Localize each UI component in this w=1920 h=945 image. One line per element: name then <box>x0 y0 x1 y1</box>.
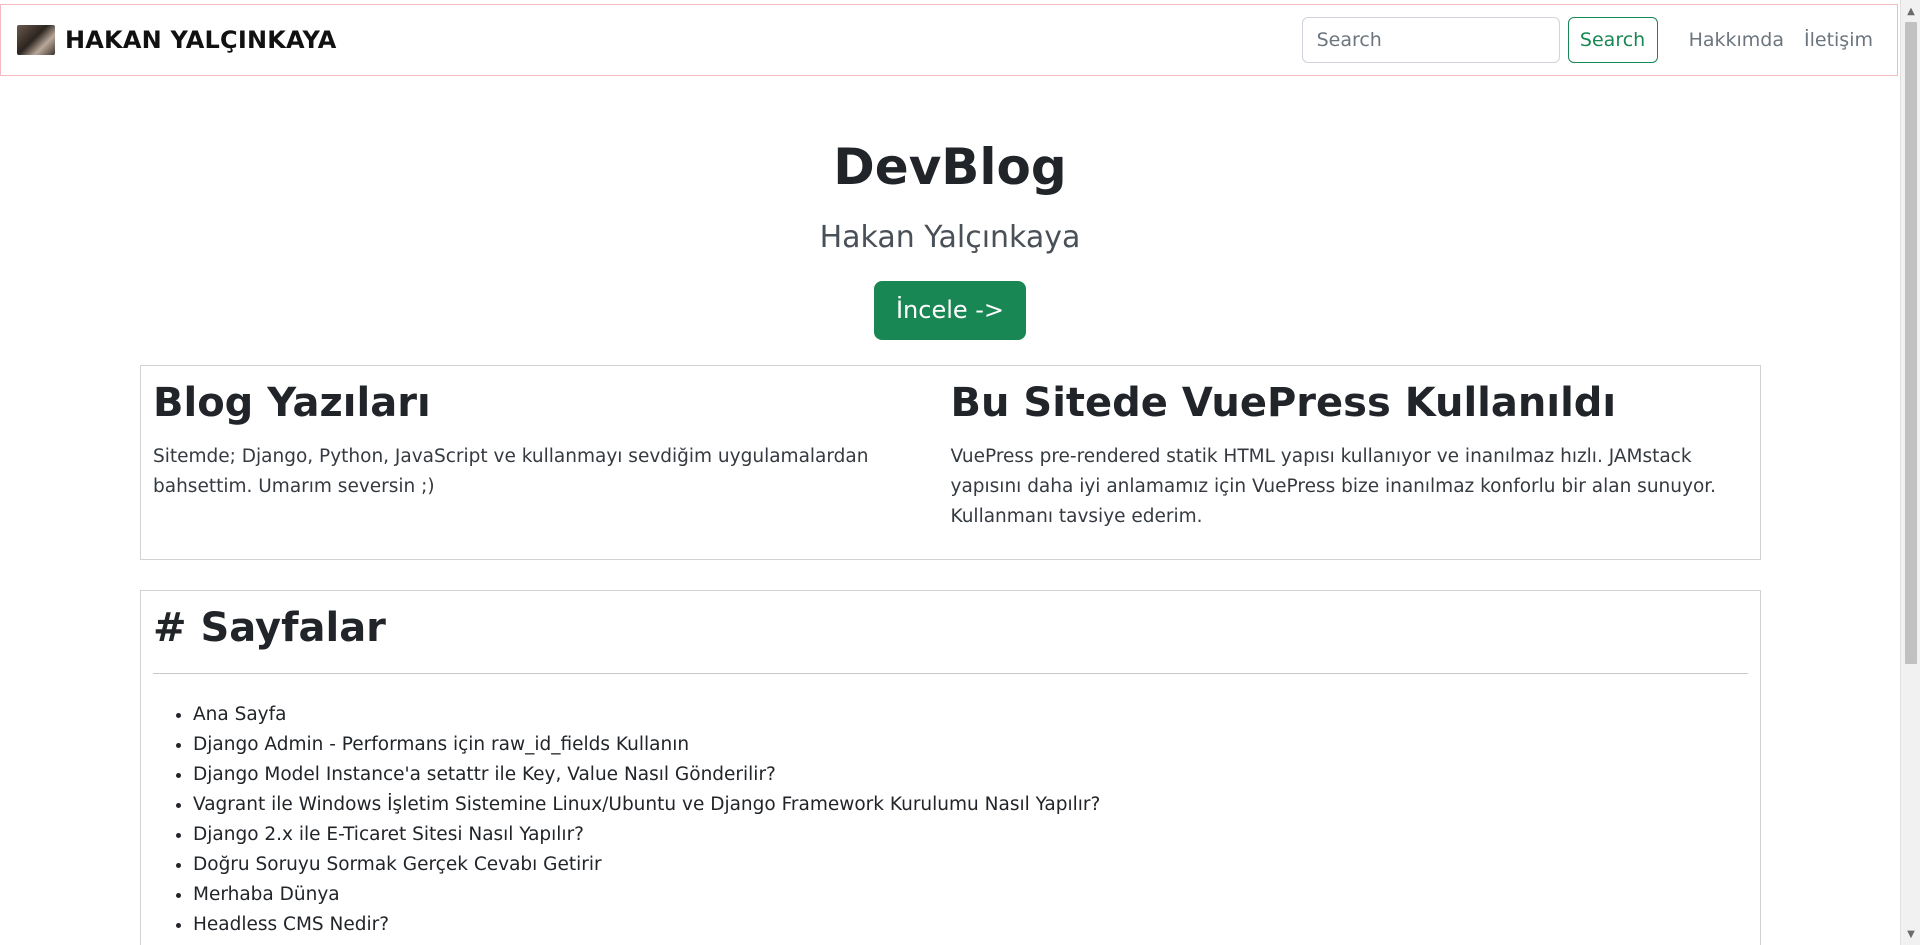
pages-list: Ana Sayfa Django Admin - Performans için… <box>153 700 1748 940</box>
list-item: Ana Sayfa <box>193 700 1748 730</box>
scroll-up-arrow-icon[interactable]: ▲ <box>1901 2 1920 20</box>
brand-name: HAKAN YALÇINKAYA <box>65 26 337 54</box>
brand-logo-image <box>17 25 55 55</box>
pages-heading: # Sayfalar <box>153 605 386 651</box>
features-box: Blog Yazıları Sitemde; Django, Python, J… <box>140 365 1761 560</box>
page-link[interactable]: Django 2.x ile E-Ticaret Sitesi Nasıl Ya… <box>193 824 584 845</box>
page-link[interactable]: Ana Sayfa <box>193 704 286 725</box>
nav-right: Search Hakkımda İletişim <box>1301 17 1873 63</box>
list-item: Headless CMS Nedir? <box>193 910 1748 940</box>
vertical-scrollbar[interactable]: ▲ ▼ <box>1900 0 1920 945</box>
feature-vuepress: Bu Sitede VuePress Kullanıldı VuePress p… <box>951 380 1749 545</box>
feature-text: VuePress pre-rendered statik HTML yapısı… <box>950 446 1717 527</box>
list-item: Django 2.x ile E-Ticaret Sitesi Nasıl Ya… <box>193 820 1748 850</box>
list-item: Django Admin - Performans için raw_id_fi… <box>193 730 1748 760</box>
page-link[interactable]: Vagrant ile Windows İşletim Sistemine Li… <box>193 794 1100 815</box>
feature-title: Bu Sitede VuePress Kullanıldı <box>950 380 1617 426</box>
brand-link[interactable]: HAKAN YALÇINKAYA <box>17 25 337 55</box>
page-link[interactable]: Django Admin - Performans için raw_id_fi… <box>193 734 689 755</box>
page-link[interactable]: Merhaba Dünya <box>193 884 340 905</box>
nav-link-iletisim[interactable]: İletişim <box>1804 29 1873 51</box>
list-item: Doğru Soruyu Sormak Gerçek Cevabı Getiri… <box>193 850 1748 880</box>
nav-link-hakkimda[interactable]: Hakkımda <box>1689 29 1784 51</box>
hero-subtitle: Hakan Yalçınkaya <box>819 220 1081 255</box>
page: HAKAN YALÇINKAYA Search Hakkımda İletişi… <box>0 0 1920 945</box>
navbar: HAKAN YALÇINKAYA Search Hakkımda İletişi… <box>0 4 1898 76</box>
page-link[interactable]: Doğru Soruyu Sormak Gerçek Cevabı Getiri… <box>193 854 602 875</box>
page-link[interactable]: Headless CMS Nedir? <box>193 914 389 935</box>
list-item: Merhaba Dünya <box>193 880 1748 910</box>
search-button[interactable]: Search <box>1567 17 1658 63</box>
pages-box: # Sayfalar Ana Sayfa Django Admin - Perf… <box>140 590 1761 945</box>
search-input[interactable] <box>1301 17 1560 63</box>
page-link[interactable]: Django Model Instance'a setattr ile Key,… <box>193 764 776 785</box>
feature-text: Sitemde; Django, Python, JavaScript ve k… <box>153 446 869 497</box>
list-item: Django Model Instance'a setattr ile Key,… <box>193 760 1748 790</box>
scroll-thumb[interactable] <box>1905 22 1917 664</box>
feature-blog: Blog Yazıları Sitemde; Django, Python, J… <box>153 380 951 545</box>
list-item: Vagrant ile Windows İşletim Sistemine Li… <box>193 790 1748 820</box>
scroll-down-arrow-icon[interactable]: ▼ <box>1901 925 1920 943</box>
hero: DevBlog Hakan Yalçınkaya İncele -> <box>0 76 1900 340</box>
incele-button[interactable]: İncele -> <box>873 281 1027 340</box>
feature-title: Blog Yazıları <box>153 380 431 426</box>
hero-title: DevBlog <box>833 138 1067 196</box>
divider <box>153 673 1748 674</box>
